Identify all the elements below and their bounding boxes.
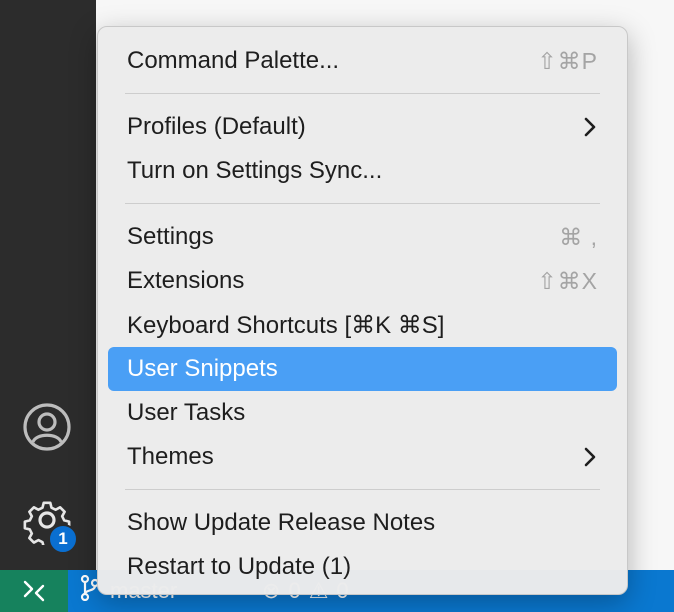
menu-item-extensions[interactable]: Extensions ⇧⌘X [108,259,617,303]
notification-badge: 1 [48,524,78,554]
menu-item-restart-to-update[interactable]: Restart to Update (1) [108,545,617,589]
menu-item-themes[interactable]: Themes [108,435,617,479]
menu-item-profiles[interactable]: Profiles (Default) [108,105,617,149]
account-icon[interactable] [22,402,72,452]
menu-item-label: Command Palette... [127,47,340,74]
menu-item-release-notes[interactable]: Show Update Release Notes [108,501,617,545]
menu-item-settings-sync[interactable]: Turn on Settings Sync... [108,149,617,193]
menu-item-shortcut: ⇧⌘X [537,267,598,294]
menu-item-label: Extensions [127,267,245,294]
menu-item-label: Profiles (Default) [127,113,306,140]
menu-item-label: Keyboard Shortcuts [⌘K ⌘S] [127,311,445,339]
menu-item-label: Turn on Settings Sync... [127,157,383,184]
menu-item-label: User Snippets [127,355,278,382]
menu-separator [125,93,600,94]
menu-item-user-snippets[interactable]: User Snippets [108,347,617,391]
chevron-right-icon [582,447,598,467]
activity-bar: 1 [0,0,96,570]
menu-item-label: Show Update Release Notes [127,509,436,536]
remote-icon[interactable] [0,570,68,612]
manage-menu: Command Palette... ⇧⌘P Profiles (Default… [97,26,628,595]
chevron-right-icon [582,117,598,137]
menu-item-settings[interactable]: Settings ⌘ , [108,215,617,259]
menu-item-label: Restart to Update (1) [127,553,352,580]
menu-item-command-palette[interactable]: Command Palette... ⇧⌘P [108,39,617,83]
menu-item-label: Themes [127,443,214,470]
menu-separator [125,203,600,204]
menu-separator [125,489,600,490]
menu-item-label: Settings [127,223,214,250]
menu-item-shortcut: ⌘ , [559,223,598,250]
menu-item-keyboard-shortcuts[interactable]: Keyboard Shortcuts [⌘K ⌘S] [108,303,617,347]
menu-item-shortcut: ⇧⌘P [537,47,598,74]
menu-item-label: User Tasks [127,399,246,426]
menu-item-user-tasks[interactable]: User Tasks [108,391,617,435]
